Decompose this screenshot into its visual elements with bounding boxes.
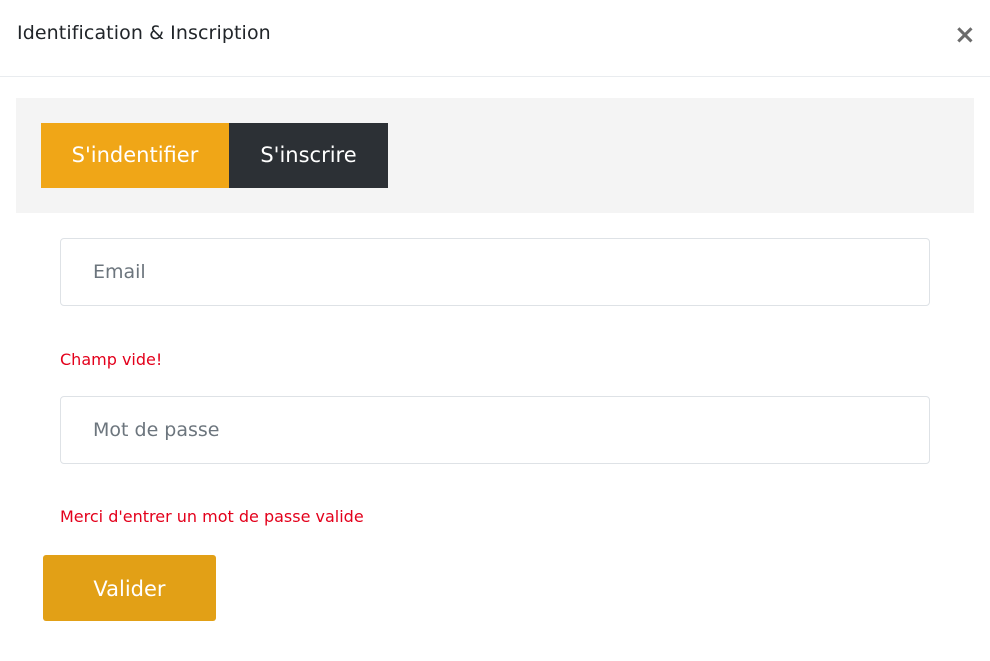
close-icon[interactable]: × xyxy=(954,22,976,48)
password-input[interactable] xyxy=(61,397,929,463)
password-field xyxy=(60,396,930,464)
tab-login[interactable]: S'indentifier xyxy=(41,123,229,188)
submit-button[interactable]: Valider xyxy=(43,555,216,621)
auth-tabs: S'indentifier S'inscrire xyxy=(16,98,974,213)
email-field xyxy=(60,238,930,306)
password-error-message: Merci d'entrer un mot de passe valide xyxy=(60,507,364,526)
modal-header: Identification & Inscription × xyxy=(0,0,990,77)
email-error-message: Champ vide! xyxy=(60,350,163,369)
login-modal: Identification & Inscription × S'indenti… xyxy=(0,0,990,661)
tab-register[interactable]: S'inscrire xyxy=(229,123,388,188)
email-input[interactable] xyxy=(61,239,929,305)
modal-title: Identification & Inscription xyxy=(17,22,271,44)
